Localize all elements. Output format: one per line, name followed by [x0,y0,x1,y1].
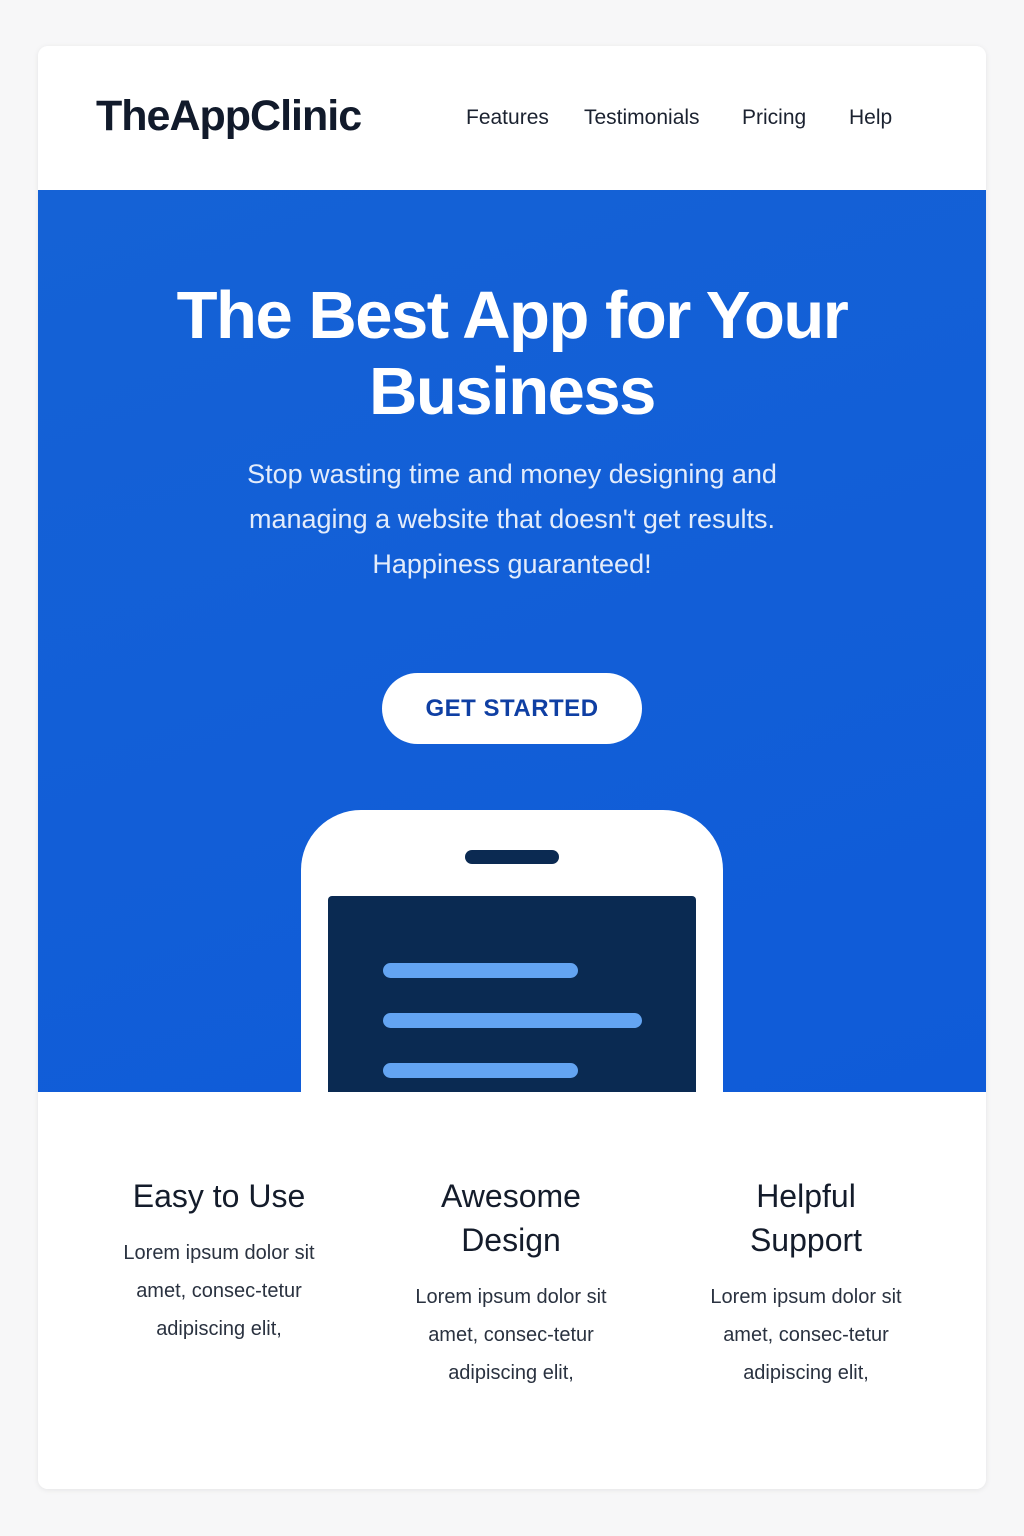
phone-illustration [301,810,723,1092]
feature-awesome-design: Awesome Design Lorem ipsum dolor sit ame… [381,1174,641,1392]
feature-title: Awesome Design [441,1178,581,1258]
main-nav: Features Testimonials Pricing Help [38,106,986,136]
hero-title: The Best App for Your Business [176,278,849,429]
feature-title: Easy to Use [132,1178,306,1214]
phone-speaker [465,850,559,864]
nav-help[interactable]: Help [849,106,892,130]
feature-easy-to-use: Easy to Use Lorem ipsum dolor sit amet, … [89,1174,349,1348]
get-started-button[interactable]: GET STARTED [382,673,642,744]
nav-testimonials[interactable]: Testimonials [584,106,700,130]
site-header: TheAppClinic Features Testimonials Prici… [38,46,986,190]
feature-text: Lorem ipsum dolor sit amet, consec-tetur… [710,1286,902,1384]
feature-title: Helpful Support [749,1178,863,1258]
screen-line [383,1063,578,1078]
feature-text: Lorem ipsum dolor sit amet, consec-tetur… [123,1242,315,1340]
nav-features[interactable]: Features [466,106,549,130]
screen-line [383,1013,642,1028]
feature-helpful-support: Helpful Support Lorem ipsum dolor sit am… [676,1174,936,1392]
features-section: Easy to Use Lorem ipsum dolor sit amet, … [38,1092,986,1489]
screen-line [383,963,578,978]
nav-pricing[interactable]: Pricing [742,106,806,130]
phone-screen [328,896,696,1092]
page-card: TheAppClinic Features Testimonials Prici… [38,46,986,1489]
feature-text: Lorem ipsum dolor sit amet, consec-tetur… [415,1286,607,1384]
hero-subtitle: Stop wasting time and money designing an… [247,459,777,579]
hero-section: The Best App for Your Business Stop wast… [38,190,986,1092]
